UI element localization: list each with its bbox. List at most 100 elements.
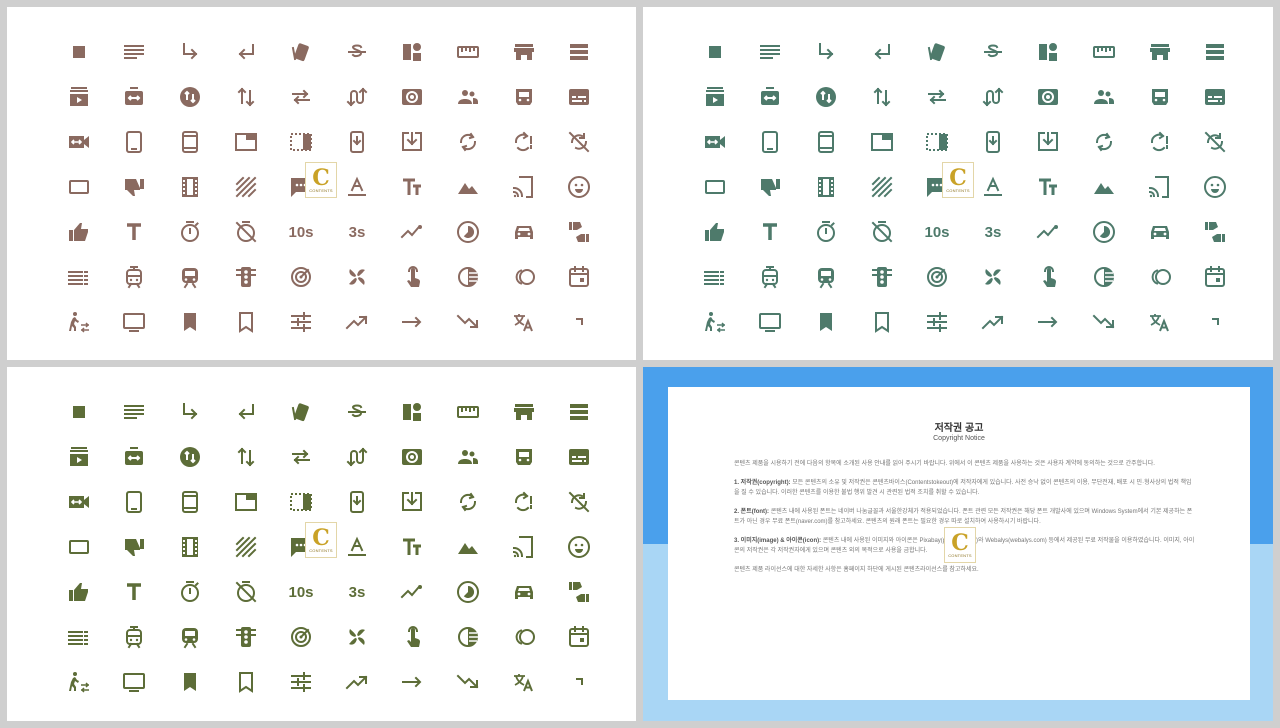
tab-icon	[854, 119, 910, 164]
stop-icon	[687, 29, 743, 74]
system-update-alt-icon-glyph	[402, 131, 423, 151]
category-icon-glyph	[403, 402, 422, 421]
style-icon-glyph	[928, 42, 945, 61]
timeline-icon	[385, 209, 441, 254]
toys-icon-glyph	[348, 628, 365, 645]
corner-icon	[551, 659, 607, 704]
theaters-icon-glyph	[817, 176, 834, 197]
toys-icon	[329, 254, 385, 299]
today-icon-glyph	[569, 265, 590, 287]
system-update-icon	[329, 119, 385, 164]
track-changes-icon	[273, 614, 329, 659]
bookmark-icon-glyph	[183, 312, 196, 331]
stop-icon-glyph	[708, 45, 721, 58]
toc-icon-glyph	[67, 270, 88, 285]
category-icon	[385, 29, 441, 74]
text-fields-icon	[1021, 164, 1077, 209]
tag-faces-icon	[551, 164, 607, 209]
tag-faces-icon-glyph	[568, 535, 591, 558]
touch-app-icon-glyph	[407, 265, 421, 287]
subway-icon	[1132, 74, 1188, 119]
sync-disabled-icon	[551, 479, 607, 524]
theaters-icon	[162, 164, 218, 209]
supervisor-account-icon	[440, 434, 496, 479]
logo-text: CONTENTS	[309, 547, 333, 553]
tag-faces-icon	[1187, 164, 1243, 209]
supervisor-account-icon	[1076, 74, 1132, 119]
supervisor-account-icon-glyph	[1093, 89, 1114, 104]
title-icon-glyph	[127, 222, 142, 240]
terrain-icon	[440, 524, 496, 569]
text-format-icon	[329, 164, 385, 209]
tap-and-play-icon-glyph	[512, 175, 533, 198]
text-fields-icon-glyph	[1039, 178, 1058, 195]
svg-text:10s: 10s	[925, 224, 949, 241]
toys-icon-glyph	[348, 268, 365, 285]
title-icon	[743, 209, 799, 254]
system-update-alt-icon	[385, 119, 441, 164]
thumbs-up-down-icon-glyph	[569, 221, 590, 242]
thumb-up-icon-glyph	[68, 582, 88, 601]
sync-icon-glyph	[459, 132, 476, 151]
transfer-within-a-station-icon-glyph	[68, 311, 89, 333]
swap-vert-icon	[218, 74, 274, 119]
timer-10-icon: 10s	[273, 209, 329, 254]
strikethrough-icon-glyph	[347, 44, 366, 57]
thumb-down-icon	[743, 164, 799, 209]
tablet-icon	[743, 119, 799, 164]
transfer-within-a-station-icon	[687, 299, 743, 344]
touch-app-icon	[385, 614, 441, 659]
tablet-android-icon-glyph	[817, 130, 834, 153]
watermark-logo: C CONTENTS	[944, 527, 976, 563]
track-changes-icon-glyph	[927, 266, 948, 287]
train-icon-glyph	[181, 627, 198, 648]
stop-icon-glyph	[72, 405, 85, 418]
notice-font-head: 2. 폰트(font):	[734, 508, 770, 515]
text-fields-icon	[385, 524, 441, 569]
texture-icon-glyph	[235, 176, 256, 197]
tap-and-play-icon-glyph	[512, 535, 533, 558]
slide-olive-icons: 10s 3s C CONTENTS	[7, 367, 636, 721]
style-icon-glyph	[292, 402, 309, 421]
store-icon	[496, 389, 552, 434]
tune-icon-glyph	[927, 311, 948, 332]
settings-ethernet-icon-glyph	[125, 86, 144, 105]
strikethrough-icon	[329, 29, 385, 74]
supervisor-account-icon	[440, 74, 496, 119]
corner-icon-glyph	[1212, 317, 1220, 325]
tv-icon	[107, 299, 163, 344]
style-icon	[273, 29, 329, 74]
tram-icon	[107, 614, 163, 659]
keyboard-return-icon	[218, 29, 274, 74]
tonality-icon-glyph	[457, 266, 478, 287]
swap-horiz-icon	[273, 74, 329, 119]
svg-text:10s: 10s	[289, 584, 313, 601]
switch-video-icon-glyph	[704, 135, 725, 148]
time-to-leave-icon	[496, 209, 552, 254]
time-to-leave-icon	[1132, 209, 1188, 254]
switch-video-icon	[51, 479, 107, 524]
category-icon	[1021, 29, 1077, 74]
toc-icon-glyph	[67, 630, 88, 645]
settings-ethernet-icon-glyph	[125, 446, 144, 465]
timelapse-icon-glyph	[1092, 220, 1115, 243]
timer-icon	[162, 209, 218, 254]
translate-icon-glyph	[513, 673, 533, 691]
today-icon-glyph	[569, 625, 590, 647]
subway-icon-glyph	[515, 88, 532, 105]
store-icon	[496, 29, 552, 74]
notes-icon-glyph	[124, 404, 145, 419]
tab-icon-glyph	[234, 492, 257, 511]
timer-10-icon: 10s	[909, 209, 965, 254]
logo-letter: C	[312, 524, 330, 551]
timer-icon-glyph	[180, 220, 199, 242]
text-fields-icon-glyph	[403, 538, 422, 555]
track-changes-icon	[909, 254, 965, 299]
theaters-icon-glyph	[181, 176, 198, 197]
terrain-icon	[1076, 164, 1132, 209]
tram-icon-glyph	[126, 265, 143, 288]
swap-vertical-circle-icon-glyph	[815, 86, 836, 107]
sync-icon	[1076, 119, 1132, 164]
trending-down-icon-glyph	[456, 314, 479, 328]
watermark-logo: C CONTENTS	[305, 162, 337, 198]
